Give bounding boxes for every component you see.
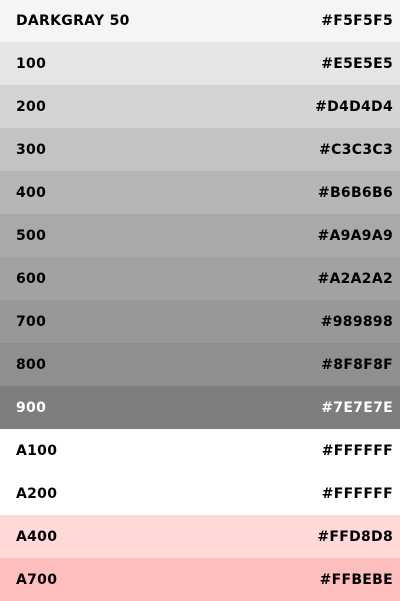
swatch-row-500: 500 #A9A9A9 (0, 214, 400, 257)
swatch-row-a700: A700 #FFBEBE (0, 558, 400, 601)
swatch-name: A100 (16, 442, 58, 459)
swatch-hex-code: #FFD8D8 (317, 528, 393, 545)
swatch-name: A700 (16, 571, 58, 588)
swatch-hex-code: #FFBEBE (319, 571, 393, 588)
swatch-hex-code: #D4D4D4 (315, 98, 393, 115)
swatch-row-100: 100 #E5E5E5 (0, 42, 400, 85)
swatch-hex-code: #7E7E7E (321, 399, 393, 416)
swatch-row-800: 800 #8F8F8F (0, 343, 400, 386)
swatch-hex-code: #A9A9A9 (317, 227, 393, 244)
swatch-hex-code: #F5F5F5 (321, 13, 393, 29)
swatch-row-300: 300 #C3C3C3 (0, 128, 400, 171)
swatch-name: A400 (16, 528, 58, 545)
swatch-name: 400 (16, 184, 47, 201)
swatch-row-400: 400 #B6B6B6 (0, 171, 400, 214)
swatch-row-600: 600 #A2A2A2 (0, 257, 400, 300)
swatch-name: 500 (16, 227, 47, 244)
swatch-name: 300 (16, 141, 47, 158)
swatch-name: 200 (16, 98, 47, 115)
swatch-row-700: 700 #989898 (0, 300, 400, 343)
swatch-row-a200: A200 #FFFFFF (0, 472, 400, 515)
swatch-name: 900 (16, 399, 47, 416)
swatch-hex-code: #A2A2A2 (317, 270, 393, 287)
swatch-row-200: 200 #D4D4D4 (0, 85, 400, 128)
swatch-hex-code: #989898 (320, 313, 393, 330)
swatch-row-50: DARKGRAY 50 #F5F5F5 (0, 0, 400, 42)
swatch-hex-code: #B6B6B6 (317, 184, 393, 201)
swatch-hex-code: #FFFFFF (321, 485, 393, 502)
swatch-name: 700 (16, 313, 47, 330)
swatch-name: A200 (16, 485, 58, 502)
color-palette: DARKGRAY 50 #F5F5F5 100 #E5E5E5 200 #D4D… (0, 0, 400, 601)
swatch-hex-code: #FFFFFF (321, 442, 393, 459)
swatch-hex-code: #8F8F8F (321, 356, 393, 373)
swatch-row-a100: A100 #FFFFFF (0, 429, 400, 472)
swatch-hex-code: #C3C3C3 (319, 141, 393, 158)
swatch-name: 100 (16, 55, 47, 72)
swatch-name: DARKGRAY 50 (16, 13, 130, 29)
swatch-row-900: 900 #7E7E7E (0, 386, 400, 429)
swatch-name: 600 (16, 270, 47, 287)
swatch-name: 800 (16, 356, 47, 373)
swatch-row-a400: A400 #FFD8D8 (0, 515, 400, 558)
swatch-hex-code: #E5E5E5 (321, 55, 393, 72)
